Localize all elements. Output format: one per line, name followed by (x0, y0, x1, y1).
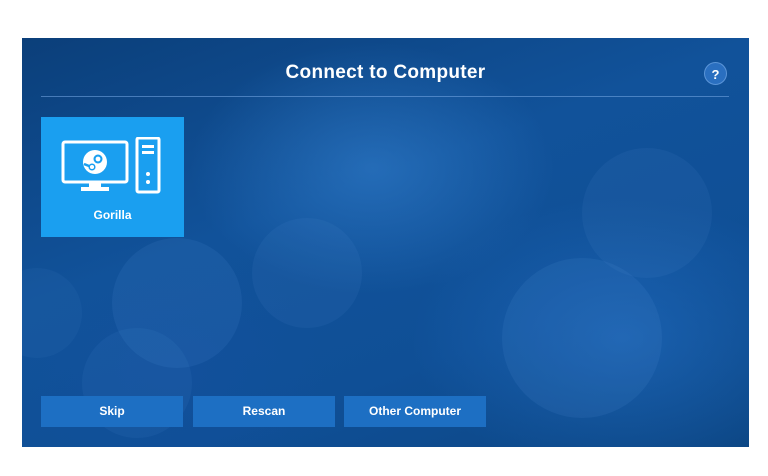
rescan-button[interactable]: Rescan (193, 396, 335, 427)
bokeh-decoration (22, 268, 82, 358)
computer-name: Gorilla (93, 208, 132, 222)
help-button[interactable]: ? (704, 62, 727, 85)
computer-tile-gorilla[interactable]: Gorilla (41, 117, 184, 237)
skip-button[interactable]: Skip (41, 396, 183, 427)
connect-screen: Connect to Computer ? Gorilla Skip Resca… (22, 38, 749, 447)
header-divider (41, 96, 729, 97)
page-title: Connect to Computer (285, 62, 486, 83)
steam-desktop-icon (61, 137, 161, 194)
other-computer-button[interactable]: Other Computer (344, 396, 486, 427)
bokeh-decoration (112, 238, 242, 368)
bokeh-decoration (252, 218, 362, 328)
bokeh-decoration (502, 258, 662, 418)
bokeh-decoration (582, 148, 712, 278)
